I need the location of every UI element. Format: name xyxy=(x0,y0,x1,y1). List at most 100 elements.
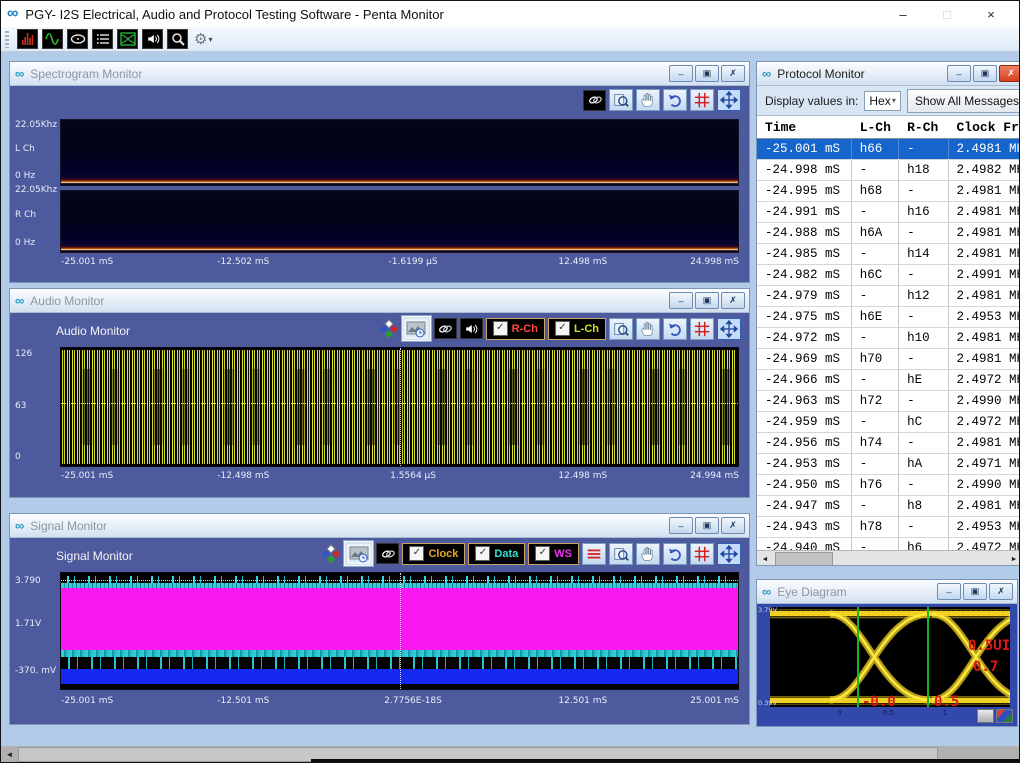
protocol-horizontal-scrollbar[interactable]: ◄ ► xyxy=(757,550,1020,566)
eye-diagram-plot[interactable]: 0.5UI 0.7 -0.0 0.5 xyxy=(770,607,1010,707)
protocol-table-row[interactable]: -24.963 mS h72 - 2.4990 MHz xyxy=(757,391,1020,412)
ws-checkbox[interactable]: ✓ WS xyxy=(528,543,579,565)
column-header[interactable]: L-Ch xyxy=(852,120,899,135)
scroll-left-icon[interactable]: ◄ xyxy=(1,746,18,763)
audio-panel-header[interactable]: ∞ Audio Monitor – ▣ ✗ xyxy=(10,289,749,313)
panel-minimize-button[interactable]: – xyxy=(937,583,961,600)
panel-maximize-button[interactable]: ▣ xyxy=(695,65,719,82)
display-values-select[interactable]: Hex ▾ xyxy=(864,91,901,111)
protocol-table-row[interactable]: -24.966 mS - hE 2.4972 MHz xyxy=(757,370,1020,391)
protocol-table-row[interactable]: -24.975 mS h6E - 2.4953 MHz xyxy=(757,307,1020,328)
settings-gear-icon[interactable]: ⚙▾ xyxy=(194,32,212,47)
zoom-region-icon[interactable] xyxy=(609,89,633,111)
panel-maximize-button[interactable]: ▣ xyxy=(695,292,719,309)
pan-hand-icon[interactable] xyxy=(636,318,660,340)
eye-pinwheel-icon[interactable] xyxy=(996,709,1013,723)
protocol-table-row[interactable]: -24.950 mS h76 - 2.4990 MHz xyxy=(757,475,1020,496)
search-icon[interactable] xyxy=(167,29,188,49)
panel-close-button[interactable]: ✗ xyxy=(989,583,1013,600)
spectrogram-left-channel-plot[interactable] xyxy=(60,119,739,186)
panel-minimize-button[interactable]: – xyxy=(947,65,971,82)
l-channel-checkbox[interactable]: ✓ L-Ch xyxy=(548,318,606,340)
panel-maximize-button[interactable]: ▣ xyxy=(963,583,987,600)
undo-icon[interactable] xyxy=(663,543,687,565)
panel-close-button[interactable]: ✗ xyxy=(999,65,1020,82)
protocol-table-row[interactable]: -24.953 mS - hA 2.4971 MHz xyxy=(757,454,1020,475)
signal-monitor-icon[interactable] xyxy=(67,29,88,49)
protocol-table-row[interactable]: -24.940 mS - h6 2.4972 MHz xyxy=(757,538,1020,550)
zoom-region-icon[interactable] xyxy=(609,543,633,565)
snapshot-icon[interactable] xyxy=(402,316,431,341)
link-icon[interactable] xyxy=(583,90,606,111)
protocol-table-row[interactable]: -24.943 mS h78 - 2.4953 MHz xyxy=(757,517,1020,538)
show-all-messages-button[interactable]: Show All Messages xyxy=(907,89,1020,113)
panel-close-button[interactable]: ✗ xyxy=(721,517,745,534)
toolbar-grip[interactable] xyxy=(5,31,9,48)
speaker-icon[interactable] xyxy=(460,318,483,339)
protocol-table-row[interactable]: -25.001 mS h66 - 2.4981 MHz xyxy=(757,139,1020,160)
undo-icon[interactable] xyxy=(663,89,687,111)
column-header[interactable]: Clock Freq xyxy=(948,120,1020,135)
pan-hand-icon[interactable] xyxy=(636,543,660,565)
protocol-panel-header[interactable]: ∞ Protocol Monitor – ▣ ✗ xyxy=(757,62,1020,86)
color-pinwheel-icon[interactable] xyxy=(321,544,341,564)
data-checkbox[interactable]: ✓ Data xyxy=(468,543,525,565)
spectrogram-monitor-icon[interactable] xyxy=(17,29,38,49)
snapshot-icon[interactable] xyxy=(344,541,373,566)
column-header[interactable]: Time xyxy=(757,120,852,135)
panel-close-button[interactable]: ✗ xyxy=(721,292,745,309)
persistence-lines-icon[interactable] xyxy=(582,543,606,565)
protocol-table-row[interactable]: -24.979 mS - h12 2.4981 MHz xyxy=(757,286,1020,307)
fit-view-icon[interactable] xyxy=(717,543,741,565)
color-pinwheel-icon[interactable] xyxy=(379,319,399,339)
eye-diagram-icon[interactable] xyxy=(117,29,138,49)
column-header[interactable]: R-Ch xyxy=(899,120,948,135)
window-maximize-button[interactable]: □ xyxy=(925,2,969,26)
protocol-table-row[interactable]: -24.995 mS h68 - 2.4981 MHz xyxy=(757,181,1020,202)
link-icon[interactable] xyxy=(376,543,399,564)
speaker-icon[interactable] xyxy=(142,29,163,49)
fit-view-icon[interactable] xyxy=(717,89,741,111)
panel-minimize-button[interactable]: – xyxy=(669,292,693,309)
protocol-monitor-icon[interactable] xyxy=(92,29,113,49)
zoom-region-icon[interactable] xyxy=(609,318,633,340)
protocol-table-row[interactable]: -24.959 mS - hC 2.4972 MHz xyxy=(757,412,1020,433)
panel-minimize-button[interactable]: – xyxy=(669,65,693,82)
panel-minimize-button[interactable]: – xyxy=(669,517,693,534)
audio-wave-icon[interactable] xyxy=(42,29,63,49)
window-close-button[interactable]: × xyxy=(969,2,1013,26)
protocol-table-row[interactable]: -24.972 mS - h10 2.4981 MHz xyxy=(757,328,1020,349)
panel-maximize-button[interactable]: ▣ xyxy=(973,65,997,82)
r-channel-checkbox[interactable]: ✓ R-Ch xyxy=(486,318,545,340)
spectrogram-panel-header[interactable]: ∞ Spectrogram Monitor – ▣ ✗ xyxy=(10,62,749,86)
protocol-table-row[interactable]: -24.982 mS h6C - 2.4991 MHz xyxy=(757,265,1020,286)
protocol-table-row[interactable]: -24.998 mS - h18 2.4982 MHz xyxy=(757,160,1020,181)
eye-panel-header[interactable]: ∞ Eye Diagram – ▣ ✗ xyxy=(757,580,1017,604)
panel-close-button[interactable]: ✗ xyxy=(721,65,745,82)
signal-waveform-plot[interactable] xyxy=(60,572,739,690)
signal-panel-header[interactable]: ∞ Signal Monitor – ▣ ✗ xyxy=(10,514,749,538)
protocol-table-row[interactable]: -24.985 mS - h14 2.4981 MHz xyxy=(757,244,1020,265)
protocol-table-row[interactable]: -24.988 mS h6A - 2.4981 MHz xyxy=(757,223,1020,244)
fit-view-icon[interactable] xyxy=(717,318,741,340)
crosshair-icon[interactable] xyxy=(690,89,714,111)
crosshair-icon[interactable] xyxy=(690,543,714,565)
scroll-right-icon[interactable]: ► xyxy=(1006,551,1020,566)
eye-snapshot-icon[interactable] xyxy=(977,709,994,723)
protocol-table-row[interactable]: -24.947 mS - h8 2.4981 MHz xyxy=(757,496,1020,517)
clock-checkbox[interactable]: ✓ Clock xyxy=(402,543,465,565)
pan-hand-icon[interactable] xyxy=(636,89,660,111)
audio-waveform-plot[interactable] xyxy=(60,347,739,467)
scrollbar-thumb[interactable] xyxy=(775,552,833,566)
panel-maximize-button[interactable]: ▣ xyxy=(695,517,719,534)
scroll-left-icon[interactable]: ◄ xyxy=(757,551,773,566)
window-minimize-button[interactable]: – xyxy=(881,2,925,26)
link-icon[interactable] xyxy=(434,318,457,339)
protocol-table-row[interactable]: -24.969 mS h70 - 2.4981 MHz xyxy=(757,349,1020,370)
undo-icon[interactable] xyxy=(663,318,687,340)
protocol-table-row[interactable]: -24.991 mS - h16 2.4981 MHz xyxy=(757,202,1020,223)
protocol-table-row[interactable]: -24.956 mS h74 - 2.4981 MHz xyxy=(757,433,1020,454)
crosshair-icon[interactable] xyxy=(690,318,714,340)
spectrogram-right-channel-plot[interactable] xyxy=(60,190,739,253)
signal-monitor-panel: ∞ Signal Monitor – ▣ ✗ Signal Monitor ✓ … xyxy=(9,513,750,725)
